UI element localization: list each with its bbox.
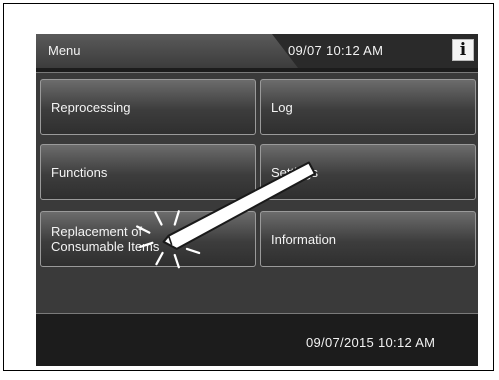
page-title: Menu xyxy=(48,43,81,58)
log-button[interactable]: Log xyxy=(260,79,476,135)
information-label: Information xyxy=(271,231,337,247)
header-datetime: 09/07 10:12 AM xyxy=(288,43,384,58)
reprocessing-label: Reprocessing xyxy=(51,99,131,115)
footer-datetime: 09/07/2015 10:12 AM xyxy=(306,335,436,350)
figure-frame: Menu 09/07 10:12 AM i Reprocessing Log F… xyxy=(3,3,494,371)
information-button[interactable]: Information xyxy=(260,211,476,267)
reprocessing-button[interactable]: Reprocessing xyxy=(40,79,256,135)
log-label: Log xyxy=(271,99,293,115)
menu-panel: Reprocessing Log Functions Settings Repl… xyxy=(36,72,478,314)
header-bar: Menu 09/07 10:12 AM i xyxy=(36,34,478,68)
info-button[interactable]: i xyxy=(452,39,474,61)
functions-label: Functions xyxy=(51,164,108,180)
device-screen: Menu 09/07 10:12 AM i Reprocessing Log F… xyxy=(36,34,478,366)
replacement-of-consumable-items-button[interactable]: Replacement of Consumable Items xyxy=(40,211,256,267)
info-icon: i xyxy=(459,40,467,60)
functions-button[interactable]: Functions xyxy=(40,144,256,200)
replacement-label: Replacement of Consumable Items xyxy=(51,224,160,254)
settings-button[interactable]: Settings xyxy=(260,144,476,200)
settings-label: Settings xyxy=(271,164,318,180)
